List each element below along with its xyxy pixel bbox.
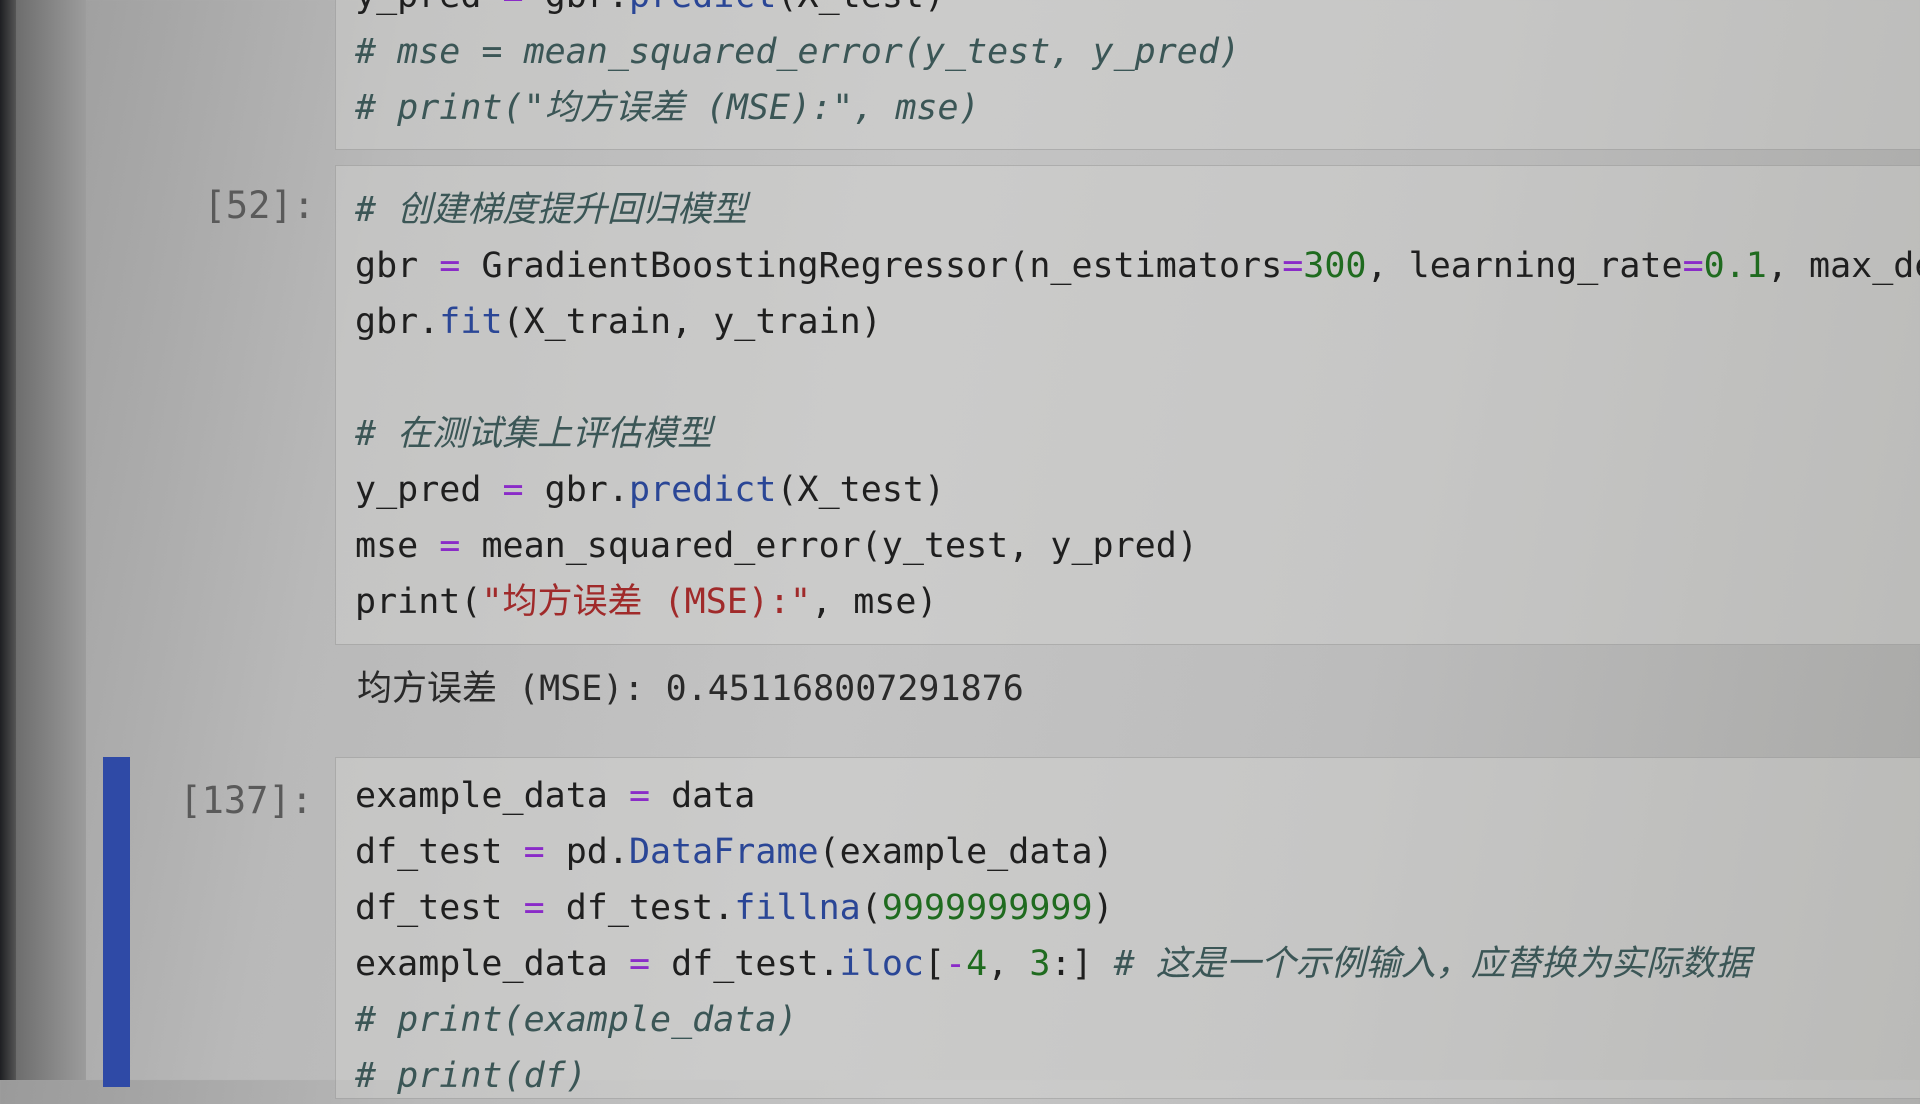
- code-token-num: 4: [966, 944, 988, 984]
- code-token-kw: :]: [1050, 944, 1114, 984]
- code-token-op: =: [628, 944, 651, 984]
- cell-output: 均方误差 (MSE): 0.451168007291876: [357, 669, 1024, 709]
- code-token-kw: [: [923, 944, 946, 984]
- code-token-op: =: [1682, 246, 1704, 286]
- code-token-kw: ): [1092, 888, 1114, 928]
- code-token-op: =: [523, 888, 545, 928]
- code-token-num: 0.1: [1703, 246, 1767, 286]
- code-token-kw: print(: [355, 582, 482, 622]
- code-token-cm: # print(example_data): [355, 1000, 798, 1040]
- code-token-cm: # 创建梯度提升回归模型: [355, 190, 748, 230]
- notebook-cell-52[interactable]: [52]: # 创建梯度提升回归模型 gbr = GradientBoosting…: [0, 160, 1920, 760]
- code-token-kw: , learning_rate: [1366, 246, 1683, 286]
- code-token-kw: GradientBoostingRegressor(n_estimators: [460, 246, 1283, 286]
- code-line: df_test = df_test.fillna(9999999999): [355, 880, 1751, 936]
- code-token-op: =: [628, 776, 651, 816]
- code-token-kw: (example_data): [818, 832, 1114, 872]
- code-token-kw: pd.: [544, 832, 629, 872]
- code-token-cm: # 在测试集上评估模型: [355, 414, 713, 454]
- code-line: y_pred = gbr.predict(X_test): [355, 0, 1240, 24]
- code-token-str: "均方误差 (MSE):": [481, 582, 812, 622]
- code-line: example_data = data: [355, 768, 1751, 824]
- code-token-kw: y_pred: [355, 0, 503, 16]
- code-token-kw: gbr: [355, 246, 440, 286]
- code-line: example_data = df_test.iloc[-4, 3:] # 这是…: [355, 936, 1751, 992]
- code-token-kw: df_test: [355, 888, 524, 928]
- code-token-op: -: [945, 944, 967, 984]
- code-token-kw: gbr.: [523, 470, 629, 510]
- code-token-fn: DataFrame: [628, 832, 819, 872]
- code-token-fn: iloc: [839, 944, 924, 984]
- code-token-kw: (X_test): [776, 470, 946, 510]
- code-token-kw: df_test.: [544, 888, 735, 928]
- notebook-cell-137[interactable]: [137]: example_data = data df_test = pd.D…: [0, 745, 1920, 1099]
- code-token-num: 9999999999: [881, 888, 1093, 928]
- code-line: # print(df): [355, 1048, 1751, 1104]
- code-line: df_test = pd.DataFrame(example_data): [355, 824, 1751, 880]
- code-token-op: =: [439, 246, 461, 286]
- code-token-kw: (: [860, 888, 882, 928]
- code-token-kw: ,: [987, 944, 1030, 984]
- code-line: # 创建梯度提升回归模型: [355, 182, 1920, 238]
- execution-count-prompt: [52]:: [203, 184, 315, 227]
- code-line: gbr = GradientBoostingRegressor(n_estima…: [355, 238, 1920, 294]
- code-token-op: =: [503, 0, 524, 16]
- cell-code[interactable]: # 创建梯度提升回归模型 gbr = GradientBoostingRegres…: [355, 182, 1920, 630]
- code-token-kw: data: [650, 776, 756, 816]
- code-token-kw: , mse): [811, 582, 938, 622]
- code-token-kw: example_data: [355, 944, 629, 984]
- code-token-kw: (X_train, y_train): [502, 302, 882, 342]
- code-line: y_pred = gbr.predict(X_test): [355, 462, 1920, 518]
- code-token-kw: , max_de: [1766, 246, 1920, 286]
- code-token-cm: # mse = mean_squared_error(y_test, y_pre…: [355, 32, 1241, 72]
- code-token-op: =: [523, 832, 545, 872]
- notebook-cell-previous[interactable]: y_pred = gbr.predict(X_test) # mse = mean…: [0, 0, 1920, 150]
- code-token-fn: predict: [629, 0, 777, 16]
- code-token-kw: mean_squared_error(y_test, y_pred): [460, 526, 1198, 566]
- code-token-cm: # 这是一个示例输入，应替换为实际数据: [1113, 944, 1751, 984]
- code-token-fn: fillna: [734, 888, 861, 928]
- code-line: # print(example_data): [355, 992, 1751, 1048]
- code-token-kw: gbr.: [355, 302, 440, 342]
- code-token-kw: (X_test): [776, 0, 945, 16]
- code-line: print("均方误差 (MSE):", mse): [355, 574, 1920, 630]
- cell-code[interactable]: example_data = data df_test = pd.DataFram…: [355, 768, 1751, 1104]
- cell-code[interactable]: y_pred = gbr.predict(X_test) # mse = mean…: [355, 0, 1240, 136]
- code-token-num: 300: [1303, 246, 1367, 286]
- code-token-kw: mse: [355, 526, 440, 566]
- code-token-cm: # print("均方误差 (MSE):", mse): [355, 88, 980, 128]
- code-token-num: 3: [1029, 944, 1051, 984]
- code-token-kw: y_pred: [355, 470, 503, 510]
- code-token-fn: fit: [439, 302, 503, 342]
- code-token-kw: gbr.: [524, 0, 629, 16]
- code-token-cm: # print(df): [355, 1056, 587, 1096]
- code-line: # print("均方误差 (MSE):", mse): [355, 80, 1240, 136]
- code-line: # mse = mean_squared_error(y_test, y_pre…: [355, 24, 1240, 80]
- code-token-kw: df_test.: [650, 944, 840, 984]
- code-token-kw: example_data: [355, 776, 629, 816]
- code-token-op: =: [1282, 246, 1304, 286]
- execution-count-prompt: [137]:: [179, 779, 313, 822]
- code-token-op: =: [439, 526, 461, 566]
- code-token-op: =: [502, 470, 524, 510]
- code-token-fn: predict: [628, 470, 777, 510]
- code-line: # 在测试集上评估模型: [355, 406, 1920, 462]
- code-line: gbr.fit(X_train, y_train): [355, 294, 1920, 350]
- code-token-kw: df_test: [355, 832, 524, 872]
- code-line: mse = mean_squared_error(y_test, y_pred): [355, 518, 1920, 574]
